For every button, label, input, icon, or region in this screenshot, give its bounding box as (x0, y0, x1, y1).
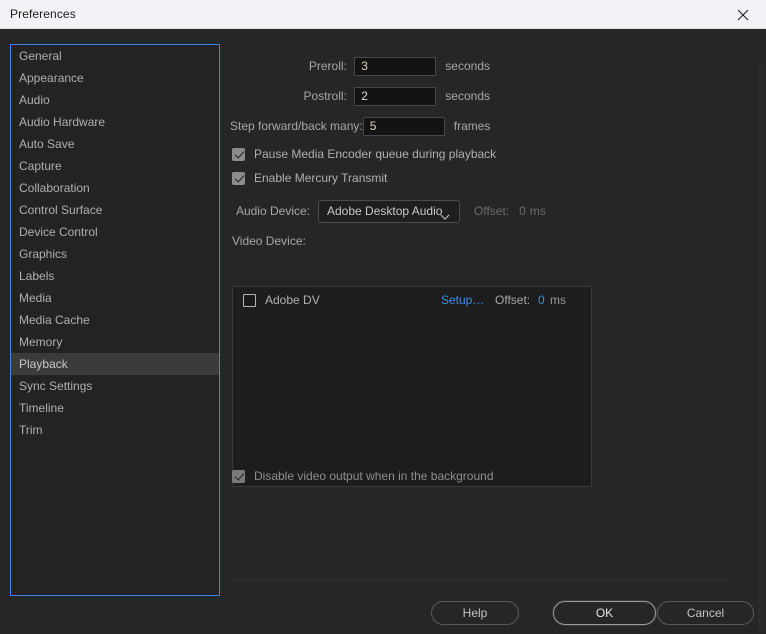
sidebar-item-sync-settings[interactable]: Sync Settings (11, 375, 219, 397)
sidebar-item-audio-hardware[interactable]: Audio Hardware (11, 111, 219, 133)
sidebar-item-audio[interactable]: Audio (11, 89, 219, 111)
pause-media-encoder-checkbox-row[interactable]: Pause Media Encoder queue during playbac… (232, 147, 496, 161)
sidebar-item-label: Media Cache (19, 313, 90, 327)
enable-mercury-transmit-checkbox-row[interactable]: Enable Mercury Transmit (232, 171, 387, 185)
audio-device-label: Audio Device: (235, 204, 310, 218)
video-device-list[interactable]: Adobe DV Setup… Offset: 0 ms (232, 286, 592, 487)
checkbox-checked-icon[interactable] (232, 171, 245, 185)
postroll-input[interactable] (354, 86, 437, 106)
sidebar-item-collaboration[interactable]: Collaboration (11, 177, 219, 199)
sidebar-item-label: Trim (19, 423, 43, 437)
video-device-section-label-row: Video Device: (232, 231, 306, 251)
audio-device-offset-label: Offset: (474, 204, 510, 218)
disable-video-output-label: Disable video output when in the backgro… (254, 469, 494, 483)
audio-device-selected-value: Adobe Desktop Audio (327, 204, 443, 218)
sidebar-item-label: Memory (19, 335, 63, 349)
preroll-label: Preroll: (308, 59, 347, 73)
sidebar-item-memory[interactable]: Memory (11, 331, 219, 353)
step-frames-row: Step forward/back many: frames (230, 116, 490, 136)
sidebar-item-capture[interactable]: Capture (11, 155, 219, 177)
cancel-button[interactable]: Cancel (657, 601, 754, 625)
sidebar-item-control-surface[interactable]: Control Surface (11, 199, 219, 221)
sidebar-item-device-control[interactable]: Device Control (11, 221, 219, 243)
sidebar-item-media-cache[interactable]: Media Cache (11, 309, 219, 331)
window-titlebar: Preferences (0, 0, 766, 29)
video-device-offset-label: Offset: (495, 293, 531, 307)
sidebar-item-label: Playback (19, 357, 68, 371)
enable-mercury-transmit-label: Enable Mercury Transmit (254, 171, 388, 185)
step-frames-unit: frames (453, 119, 491, 133)
sidebar-item-label: Capture (19, 159, 62, 173)
sidebar-item-graphics[interactable]: Graphics (11, 243, 219, 265)
sidebar-item-label: Auto Save (19, 137, 75, 151)
video-device-offset-unit: ms (550, 293, 566, 307)
playback-settings-pane: Preroll: seconds Postroll: seconds Step … (230, 29, 750, 634)
preroll-row: Preroll: seconds (230, 56, 490, 76)
sidebar-item-playback[interactable]: Playback (11, 353, 219, 375)
close-icon (737, 9, 749, 21)
sidebar-item-label: General (19, 49, 62, 63)
preferences-category-list[interactable]: General Appearance Audio Audio Hardware … (10, 44, 220, 596)
preroll-input[interactable] (354, 56, 437, 76)
video-device-setup-link[interactable]: Setup… (441, 293, 484, 307)
sidebar-item-label: Media (19, 291, 52, 305)
help-button[interactable]: Help (431, 601, 519, 625)
sidebar-item-label: Graphics (19, 247, 68, 261)
footer-separator (232, 580, 730, 581)
sidebar-item-trim[interactable]: Trim (11, 419, 219, 441)
sidebar-item-label: Appearance (19, 71, 84, 85)
window-title: Preferences (10, 7, 76, 21)
sidebar-item-label: Control Surface (19, 203, 103, 217)
sidebar-item-timeline[interactable]: Timeline (11, 397, 219, 419)
audio-device-offset-unit: ms (529, 204, 546, 218)
ok-button[interactable]: OK (553, 601, 656, 625)
postroll-unit: seconds (445, 89, 490, 103)
sidebar-item-label: Collaboration (19, 181, 90, 195)
audio-device-select[interactable]: Adobe Desktop Audio (318, 199, 460, 223)
postroll-label: Postroll: (303, 89, 347, 103)
sidebar-item-label: Audio Hardware (19, 115, 106, 129)
sidebar-item-label: Timeline (19, 401, 64, 415)
chevron-down-icon (440, 209, 450, 223)
step-frames-input[interactable] (362, 116, 445, 136)
video-device-offset-value[interactable]: 0 (538, 293, 545, 307)
audio-device-offset-value: 0 (519, 204, 526, 218)
video-device-label: Video Device: (232, 234, 306, 248)
table-row[interactable]: Adobe DV Setup… Offset: 0 ms (233, 287, 591, 313)
vertical-scrollbar[interactable] (758, 62, 763, 632)
step-frames-label: Step forward/back many: (230, 119, 363, 133)
pause-media-encoder-label: Pause Media Encoder queue during playbac… (254, 147, 497, 161)
sidebar-item-label: Sync Settings (19, 379, 93, 393)
preroll-unit: seconds (445, 59, 490, 73)
checkbox-checked-icon[interactable] (232, 147, 245, 161)
sidebar-item-appearance[interactable]: Appearance (11, 67, 219, 89)
sidebar-item-media[interactable]: Media (11, 287, 219, 309)
sidebar-item-label: Labels (19, 269, 55, 283)
disable-video-output-checkbox-row[interactable]: Disable video output when in the backgro… (232, 469, 494, 483)
checkbox-unchecked-icon[interactable] (243, 293, 256, 307)
sidebar-item-label: Device Control (19, 225, 98, 239)
video-device-name: Adobe DV (265, 293, 320, 307)
postroll-row: Postroll: seconds (230, 86, 490, 106)
sidebar-item-general[interactable]: General (11, 45, 219, 67)
preferences-dialog: General Appearance Audio Audio Hardware … (0, 29, 766, 634)
audio-device-row: Audio Device: Adobe Desktop Audio Offset… (230, 199, 560, 223)
close-button[interactable] (720, 0, 766, 29)
sidebar-item-labels[interactable]: Labels (11, 265, 219, 287)
checkbox-checked-icon[interactable] (232, 469, 245, 483)
sidebar-item-auto-save[interactable]: Auto Save (11, 133, 219, 155)
sidebar-item-label: Audio (19, 93, 50, 107)
